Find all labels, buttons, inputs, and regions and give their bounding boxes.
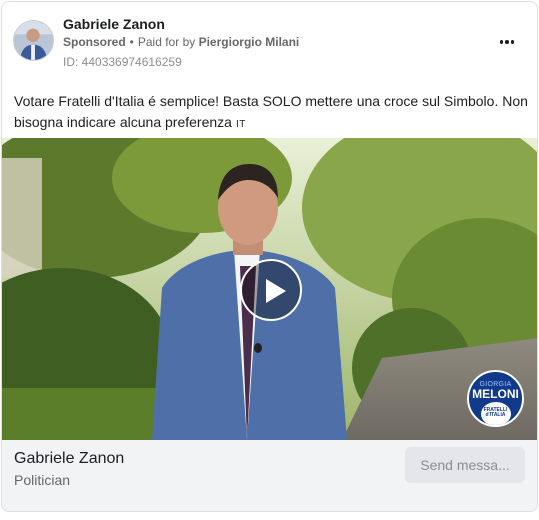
logo-main-text: MELONI	[472, 387, 519, 401]
footer-page-category: Politician	[14, 472, 71, 488]
video-player[interactable]: GIORGIA MELONI FRATELLI d'ITALIA	[2, 138, 537, 440]
logo-emblem: FRATELLI d'ITALIA	[480, 402, 511, 425]
avatar-image	[14, 21, 53, 60]
sponsored-line: Sponsored • Paid for by Piergiorgio Milani	[63, 35, 299, 49]
ad-card: Gabriele Zanon Sponsored • Paid for by Pie…	[1, 1, 538, 512]
ad-footer: Gabriele Zanon Politician Send messa...	[2, 440, 537, 511]
avatar[interactable]	[13, 20, 54, 61]
more-options-icon[interactable]	[495, 30, 519, 54]
footer-page-name[interactable]: Gabriele Zanon	[14, 450, 124, 468]
payer-name: Piergiorgio Milani	[198, 35, 300, 49]
ad-message: Votare Fratelli d'Italia é semplice! Bas…	[14, 93, 528, 130]
paid-for-prefix: Paid for by	[137, 35, 196, 49]
ad-body-text: Votare Fratelli d'Italia é semplice! Bas…	[14, 91, 529, 135]
meta-separator: •	[129, 35, 134, 49]
play-icon[interactable]	[240, 259, 302, 321]
language-tag: IT	[235, 119, 246, 130]
ad-id: ID: 440336974616259	[63, 55, 182, 69]
send-message-button[interactable]: Send messa...	[405, 447, 525, 483]
page-name[interactable]: Gabriele Zanon	[63, 16, 165, 32]
ad-header: Gabriele Zanon Sponsored • Paid for by Pie…	[2, 2, 537, 82]
sponsored-label: Sponsored	[63, 35, 126, 49]
party-logo: GIORGIA MELONI FRATELLI d'ITALIA	[467, 370, 524, 427]
